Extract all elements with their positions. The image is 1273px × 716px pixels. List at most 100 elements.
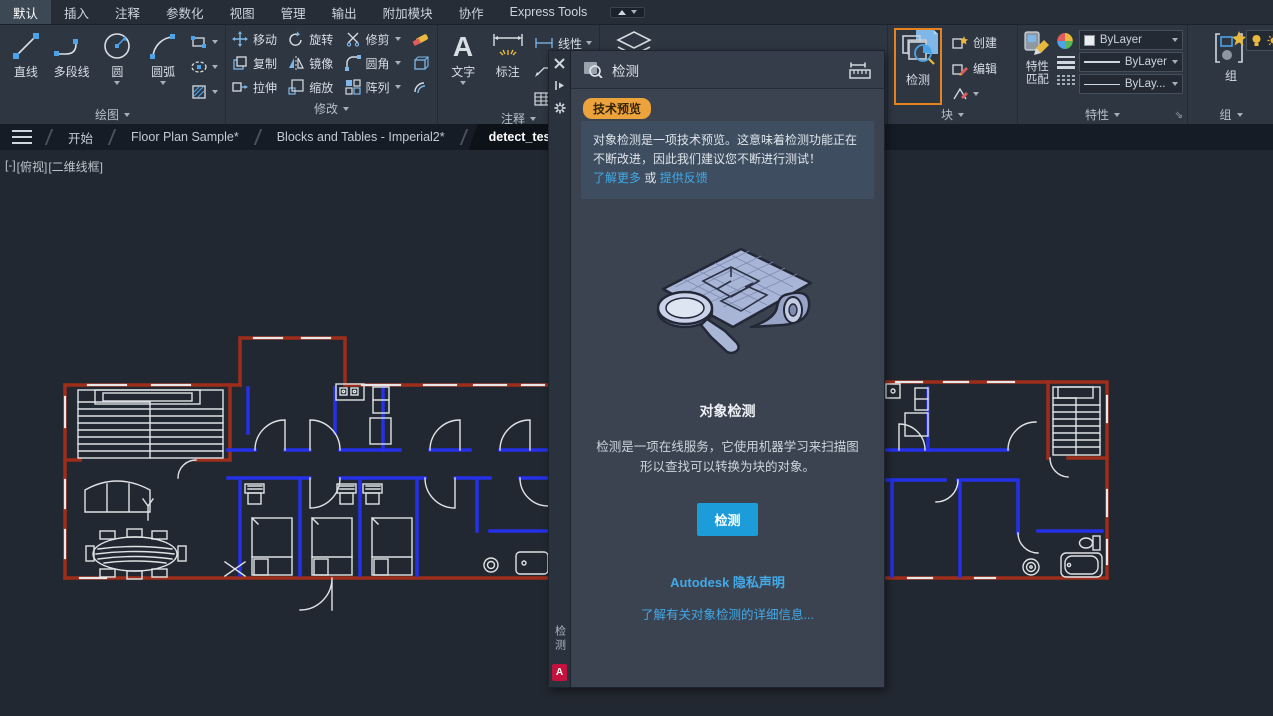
- object-color-select[interactable]: ByLayer: [1079, 30, 1183, 50]
- group-button[interactable]: 组: [1208, 27, 1255, 105]
- properties-gear-icon[interactable]: [554, 102, 566, 114]
- detect-panel: 检测 技术预览 对象检测是一项技术预览。这意味着检测功能正在不断改进，因此我们建…: [570, 50, 885, 688]
- file-tab-blocks-tables[interactable]: Blocks and Tables - Imperial2*: [263, 124, 459, 150]
- menu-tab-output[interactable]: 输出: [319, 0, 370, 24]
- ellipse-dropdown-icon[interactable]: [212, 65, 218, 69]
- learn-more-link[interactable]: 了解更多: [593, 171, 641, 185]
- autocad-app-badge: A: [552, 664, 567, 681]
- ribbon-collapse-control[interactable]: [610, 7, 645, 18]
- color-wheel-icon[interactable]: [1056, 32, 1074, 50]
- tech-preview-badge: 技术预览: [583, 98, 651, 119]
- mirror-button[interactable]: 镜像: [288, 55, 334, 72]
- hatch-dropdown-icon[interactable]: [212, 90, 218, 94]
- panel-label-properties[interactable]: 特性: [1018, 105, 1187, 124]
- polyline-icon: [52, 30, 92, 62]
- panel-properties: 特性匹配 ByLaye: [1018, 25, 1188, 124]
- array-dropdown-icon[interactable]: [395, 85, 401, 89]
- viewport-menu-control[interactable]: [-]: [5, 158, 16, 175]
- arc-dropdown-icon[interactable]: [160, 81, 166, 85]
- polyline-button[interactable]: 多段线: [50, 27, 94, 105]
- circle-button[interactable]: 圆: [96, 27, 140, 105]
- linear-dropdown-icon[interactable]: [586, 41, 592, 45]
- viewport-visual-style-control[interactable]: [二维线框]: [48, 158, 103, 175]
- close-icon[interactable]: [554, 58, 565, 69]
- file-tab-start[interactable]: 开始: [54, 124, 107, 150]
- create-block-button[interactable]: 创建: [948, 31, 1000, 53]
- privacy-statement-link[interactable]: Autodesk 隐私声明: [571, 572, 884, 591]
- arc-button[interactable]: 圆弧: [141, 27, 185, 105]
- detect-tool-button[interactable]: 检测: [894, 28, 942, 105]
- tab-separator: [253, 129, 261, 145]
- feedback-link[interactable]: 提供反馈: [660, 171, 708, 185]
- blueprint-magnifier-illustration: [633, 231, 823, 361]
- attribute-dropdown-icon[interactable]: [973, 92, 979, 96]
- stretch-button[interactable]: 拉伸: [232, 79, 278, 96]
- lineweight-icon[interactable]: [1056, 55, 1076, 69]
- linetype-select[interactable]: ByLay...: [1079, 74, 1183, 94]
- hatch-tool-button[interactable]: [187, 81, 221, 103]
- scale-ruler-icon[interactable]: [848, 61, 872, 79]
- fillet-button[interactable]: 圆角: [345, 55, 402, 72]
- circle-dropdown-icon[interactable]: [114, 81, 120, 85]
- panel-label-block[interactable]: 块: [888, 105, 1017, 124]
- menu-tab-annotate[interactable]: 注释: [102, 0, 153, 24]
- menu-tab-default[interactable]: 默认: [0, 0, 51, 24]
- lineweight-select[interactable]: ByLayer: [1079, 52, 1183, 72]
- trim-dropdown-icon[interactable]: [395, 37, 401, 41]
- file-tab-floor-plan[interactable]: Floor Plan Sample*: [117, 124, 253, 150]
- detect-button[interactable]: 检测: [697, 503, 757, 536]
- explode-icon: [412, 55, 430, 71]
- rotate-icon: [288, 31, 304, 47]
- file-tabs-menu-icon[interactable]: [0, 124, 44, 150]
- panel-label-modify[interactable]: 修改: [226, 99, 437, 118]
- viewport-view-control[interactable]: [俯视]: [17, 158, 48, 175]
- ellipse-icon: [190, 59, 208, 75]
- text-button[interactable]: A 文字: [442, 27, 484, 110]
- ellipse-tool-button[interactable]: [187, 56, 221, 78]
- move-button[interactable]: 移动: [232, 31, 278, 48]
- menu-tab-manage[interactable]: 管理: [268, 0, 319, 24]
- edit-block-button[interactable]: 编辑: [948, 57, 1000, 79]
- array-button[interactable]: 阵列: [345, 79, 402, 96]
- linetype-icon[interactable]: [1056, 74, 1076, 86]
- auto-hide-pin-icon[interactable]: [554, 80, 566, 91]
- trim-button[interactable]: 修剪: [345, 31, 402, 48]
- text-dropdown-icon[interactable]: [460, 81, 466, 85]
- scale-button[interactable]: 缩放: [288, 79, 334, 96]
- hatch-icon: [190, 84, 208, 100]
- offset-button[interactable]: [412, 79, 431, 95]
- panel-label-group[interactable]: 组: [1188, 105, 1273, 124]
- rotate-button[interactable]: 旋转: [288, 31, 334, 48]
- stretch-icon: [232, 79, 248, 95]
- tab-separator: [108, 129, 116, 145]
- edit-attributes-button[interactable]: [948, 83, 1000, 105]
- menu-tab-view[interactable]: 视图: [217, 0, 268, 24]
- menu-tab-collaborate[interactable]: 协作: [446, 0, 497, 24]
- menu-tab-addins[interactable]: 附加模块: [370, 0, 446, 24]
- dimension-button[interactable]: 标注: [486, 27, 528, 110]
- text-icon: A: [448, 30, 478, 62]
- rectangle-dropdown-icon[interactable]: [212, 40, 218, 44]
- svg-text:A: A: [453, 31, 473, 62]
- copy-button[interactable]: 复制: [232, 55, 278, 72]
- panel-expand-icon: [1237, 113, 1243, 117]
- trim-icon: [345, 31, 361, 47]
- explode-button[interactable]: [412, 55, 431, 71]
- line-button[interactable]: 直线: [4, 27, 48, 105]
- detect-learn-more-link[interactable]: 了解有关对象检测的详细信息...: [571, 604, 884, 623]
- circle-icon: [100, 30, 134, 62]
- panel-draw: 直线 多段线 圆: [0, 25, 226, 124]
- match-properties-button[interactable]: 特性匹配: [1022, 27, 1053, 105]
- panel-expand-icon: [530, 117, 536, 121]
- menu-tab-express-tools[interactable]: Express Tools: [497, 0, 601, 24]
- create-block-icon: [951, 35, 969, 50]
- panel-label-draw[interactable]: 绘图: [0, 105, 225, 124]
- tab-separator: [459, 129, 467, 145]
- fillet-dropdown-icon[interactable]: [395, 61, 401, 65]
- menu-tab-parametric[interactable]: 参数化: [153, 0, 217, 24]
- rectangle-tool-button[interactable]: [187, 31, 221, 53]
- erase-icon: [412, 31, 430, 47]
- properties-dialog-launcher-icon[interactable]: ⇘: [1175, 110, 1183, 121]
- erase-button[interactable]: [412, 31, 431, 47]
- menu-tab-insert[interactable]: 插入: [51, 0, 102, 24]
